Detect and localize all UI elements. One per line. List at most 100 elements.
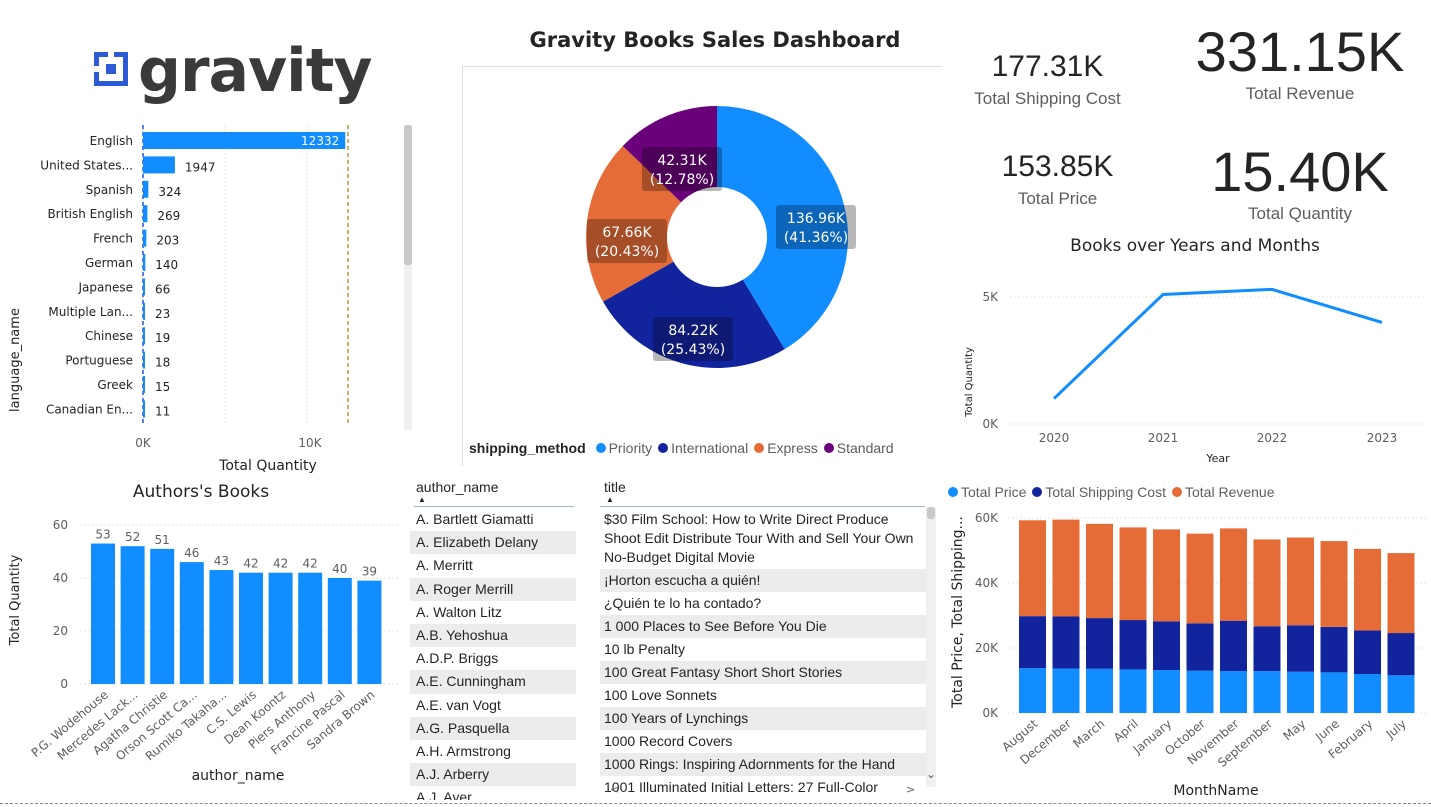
author-bar[interactable] (268, 572, 293, 684)
stacked-bar-segment[interactable] (1019, 668, 1046, 713)
language-bar[interactable] (143, 400, 145, 418)
stacked-bar-segment[interactable] (1153, 621, 1180, 671)
stacked-bar-segment[interactable] (1220, 620, 1247, 672)
stacked-bar-segment[interactable] (1320, 672, 1348, 713)
author-bar[interactable] (298, 572, 323, 684)
stacked-bar-segment[interactable] (1052, 668, 1080, 713)
author-bar[interactable] (120, 546, 145, 684)
author-table-row[interactable]: A.J. Ayer (410, 786, 576, 800)
author-table-row[interactable]: A. Merritt (410, 554, 576, 577)
language-bar-chart[interactable]: language_name Total Quantity 0K 10K Engl… (0, 120, 420, 480)
line-series[interactable] (1052, 287, 1383, 400)
stacked-bar-segment[interactable] (1220, 671, 1247, 713)
title-table-scrollbar-thumb[interactable] (927, 507, 935, 519)
scroll-right-icon[interactable]: > (906, 783, 915, 796)
author-table-row[interactable]: A. Bartlett Giamatti (410, 508, 576, 531)
stacked-bar-segment[interactable] (1153, 529, 1180, 622)
stacked-bar-segment[interactable] (1287, 625, 1314, 672)
stacked-bar-segment[interactable] (1019, 520, 1046, 617)
stacked-bar-segment[interactable] (1253, 539, 1281, 627)
title-table-scrollbar[interactable] (926, 507, 936, 787)
stacked-bar-segment[interactable] (1287, 537, 1314, 626)
title-table-row[interactable]: $30 Film School: How to Write Direct Pro… (600, 508, 926, 569)
language-chart-scrollbar[interactable] (404, 125, 412, 430)
author-bar[interactable] (357, 580, 382, 684)
stacked-bar-segment[interactable] (1186, 623, 1214, 671)
author-table-row[interactable]: A. Walton Litz (410, 601, 576, 624)
donut-legend-item-standard[interactable]: Standard (823, 440, 894, 456)
stacked-bar-segment[interactable] (1119, 527, 1147, 621)
language-bar[interactable] (143, 229, 147, 247)
kpi-total-revenue[interactable]: 331.15K Total Revenue (1180, 20, 1420, 110)
monthly-stacked-chart[interactable]: Total Price Total Shipping Cost Total Reve… (942, 478, 1431, 800)
author-table-row[interactable]: A.B. Yehoshua (410, 623, 576, 648)
author-bar[interactable] (179, 562, 204, 684)
author-bar[interactable] (91, 543, 115, 684)
language-bar[interactable] (143, 205, 148, 223)
kpi-total-price[interactable]: 153.85K Total Price (970, 150, 1145, 220)
stacked-bar-segment[interactable] (1220, 528, 1247, 621)
language-bar[interactable] (143, 156, 175, 174)
language-bar[interactable] (143, 254, 146, 271)
books-over-years-line-chart[interactable]: Books over Years and Months Total Quanti… (950, 232, 1431, 472)
scroll-left-icon[interactable]: < (610, 783, 619, 796)
title-table-row[interactable]: ¡Horton escucha a quién! (600, 569, 926, 592)
stacked-bar-segment[interactable] (1387, 675, 1415, 713)
stacked-bar-segment[interactable] (1253, 626, 1281, 672)
author-bar[interactable] (150, 548, 175, 684)
stacked-bar-segment[interactable] (1387, 553, 1415, 634)
book-title-table[interactable]: title ▲ $30 Film School: How to Write Di… (586, 477, 938, 800)
language-bar[interactable] (143, 376, 145, 393)
kpi-total-quantity[interactable]: 15.40K Total Quantity (1190, 140, 1410, 230)
author-table-row[interactable]: A.E. Cunningham (410, 670, 576, 694)
author-table-row[interactable]: A. Roger Merrill (410, 577, 576, 601)
stacked-bar-segment[interactable] (1320, 626, 1348, 673)
author-name-table[interactable]: author_name ▲ A. Bartlett Giamatti A. Eli… (410, 477, 576, 800)
title-table-row[interactable]: 1000 Record Covers (600, 730, 926, 753)
stacked-bar-segment[interactable] (1119, 669, 1147, 713)
title-table-row[interactable]: ¿Quién te lo ha contado? (600, 592, 926, 615)
stacked-bar-segment[interactable] (1354, 630, 1381, 674)
author-table-row[interactable]: A.D.P. Briggs (410, 647, 576, 670)
author-table-row[interactable]: A.J. Arberry (410, 763, 576, 787)
sort-ascending-icon[interactable]: ▲ (418, 495, 426, 504)
donut-legend-item-priority[interactable]: Priority (595, 440, 652, 456)
language-chart-scrollbar-thumb[interactable] (404, 125, 412, 265)
title-table-row[interactable]: 1001 Illuminated Initial Letters: 27 Ful… (600, 776, 926, 799)
title-table-row[interactable]: 100 Love Sonnets (600, 684, 926, 707)
stacked-bar-segment[interactable] (1387, 633, 1415, 676)
author-table-row[interactable]: A. Elizabeth Delany (410, 531, 576, 555)
language-bar[interactable] (143, 278, 145, 296)
title-table-row[interactable]: 10 lb Penalty (600, 638, 926, 661)
stacked-bar-segment[interactable] (1186, 533, 1214, 624)
title-table-header[interactable]: title ▲ (600, 477, 925, 507)
author-bar[interactable] (327, 578, 352, 684)
authors-books-chart[interactable]: Authors's Books Total Quantity author_na… (0, 478, 405, 798)
title-table-row[interactable]: 1 000 Places to See Before You Die (600, 615, 926, 638)
author-table-header[interactable]: author_name ▲ (414, 477, 574, 507)
stacked-bar-segment[interactable] (1320, 541, 1348, 627)
stacked-bar-segment[interactable] (1354, 548, 1381, 631)
stacked-bar-segment[interactable] (1086, 523, 1113, 619)
shipping-method-donut-chart[interactable]: 136.96K (41.36%) 84.22K (25.43%) 67.66K (20.4… (462, 66, 942, 466)
title-table-row[interactable]: 100 Years of Lynchings (600, 707, 926, 730)
stacked-bar-segment[interactable] (1019, 616, 1046, 669)
language-bar[interactable] (143, 351, 145, 369)
stacked-bar-segment[interactable] (1186, 670, 1214, 713)
kpi-total-shipping-cost[interactable]: 177.31K Total Shipping Cost (960, 50, 1135, 120)
stacked-bar-segment[interactable] (1052, 519, 1080, 617)
donut-legend-item-express[interactable]: Express (754, 440, 818, 456)
sort-ascending-icon[interactable]: ▲ (606, 495, 614, 504)
title-table-row[interactable]: 1000 Rings: Inspiring Adornments for the… (600, 753, 926, 776)
language-bar[interactable] (143, 327, 145, 345)
donut-legend-item-international[interactable]: International (658, 440, 748, 456)
language-bar[interactable] (143, 180, 149, 198)
stacked-bar-segment[interactable] (1119, 620, 1147, 670)
stacked-bar-segment[interactable] (1052, 616, 1080, 669)
author-bar[interactable] (209, 570, 234, 684)
author-bar[interactable] (239, 572, 263, 684)
stacked-bar-segment[interactable] (1153, 670, 1180, 713)
language-bar[interactable] (143, 302, 145, 320)
stacked-bar-segment[interactable] (1086, 668, 1113, 713)
stacked-bar-segment[interactable] (1253, 671, 1281, 713)
